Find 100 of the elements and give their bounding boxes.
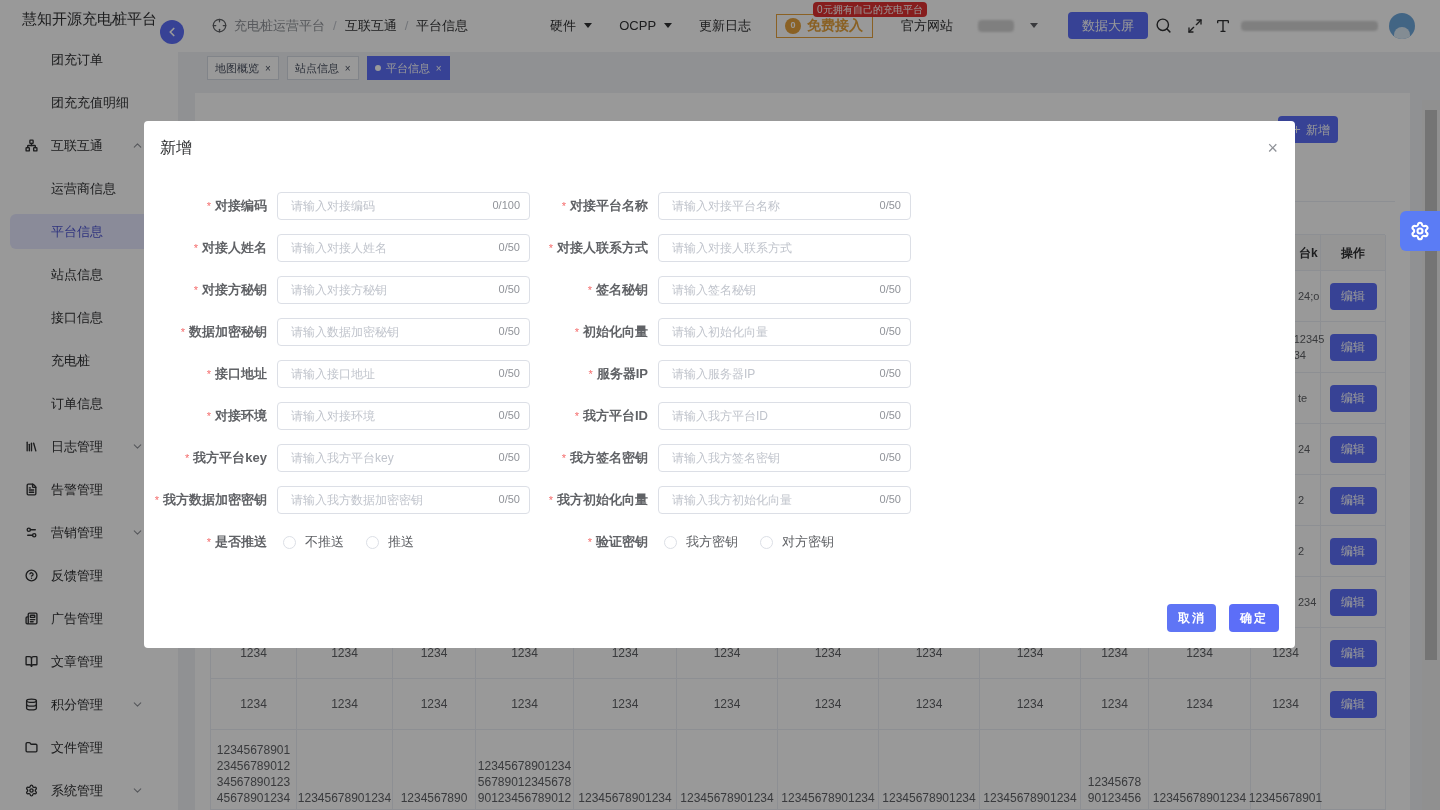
edit-button[interactable]: 编辑	[1329, 537, 1377, 565]
table-cell: 1234	[1101, 645, 1128, 661]
page-tab[interactable]: 站点信息 ×	[286, 56, 359, 81]
breadcrumb-item: 平台信息	[416, 17, 469, 36]
edit-button[interactable]: 编辑	[1329, 282, 1377, 310]
required-mark: *	[548, 494, 553, 507]
edit-button[interactable]: 编辑	[1329, 384, 1377, 412]
table-cell: 1234	[1186, 696, 1213, 712]
char-counter: 0/50	[879, 282, 901, 296]
table-cell: 1234	[713, 696, 741, 712]
sidebar-item[interactable]: 系统管理	[0, 769, 178, 810]
page-tab[interactable]: 平台信息 ×	[366, 56, 450, 81]
breadcrumb-item[interactable]: 互联互通	[344, 16, 397, 36]
table-cell: 1234	[1186, 645, 1213, 661]
sidebar-item[interactable]: 团充充值明细	[10, 85, 178, 120]
radio-option[interactable]: 推送	[366, 532, 414, 552]
table-cell-text: 2	[1298, 544, 1305, 559]
table-cell-text: 12345 34	[1293, 332, 1325, 363]
caret-icon	[1030, 23, 1039, 29]
menu-icon	[25, 526, 38, 539]
radio-option[interactable]: 不推送	[283, 532, 344, 552]
table-cell: 1234	[1272, 696, 1299, 712]
table-cell: 1234567890	[400, 790, 468, 806]
radio-option[interactable]: 我方密钥	[664, 532, 738, 552]
sidebar-item[interactable]: 广告管理	[0, 597, 178, 640]
close-icon[interactable]: ×	[265, 60, 271, 76]
radio-option[interactable]: 对方密钥	[760, 532, 834, 552]
target-icon	[212, 18, 227, 34]
sidebar-item[interactable]: 团充订单	[10, 42, 178, 77]
table-cell-text: te	[1298, 391, 1308, 406]
required-mark: *	[587, 284, 592, 297]
char-counter: 0/50	[498, 450, 520, 464]
table-cell: 1234	[915, 645, 943, 661]
table-cell: 1234	[1016, 696, 1044, 712]
menu-icon	[25, 569, 38, 582]
confirm-button[interactable]: 确定	[1229, 604, 1279, 632]
char-counter: 0/50	[498, 324, 520, 338]
char-counter: 0/50	[498, 408, 520, 422]
char-counter: 0/50	[498, 366, 520, 380]
nav-dropdown[interactable]: OCPP	[619, 16, 673, 36]
sidebar-item[interactable]: 积分管理	[0, 683, 178, 726]
table-cell: 1234	[611, 645, 639, 661]
input-field[interactable]: 请输入对接人联系方式	[658, 234, 911, 262]
data-screen-button[interactable]: 数据大屏	[1068, 12, 1149, 40]
nav-link[interactable]: 官方网站	[901, 16, 954, 36]
sidebar-item[interactable]: 文章管理	[0, 640, 178, 683]
char-counter: 0/50	[879, 198, 901, 212]
search-icon[interactable]	[1155, 17, 1173, 35]
table-cell: 12345678901	[1248, 790, 1323, 806]
nav-dropdown[interactable]: 硬件	[550, 16, 593, 36]
table-cell: 1234	[814, 645, 842, 661]
char-counter: 0/50	[498, 240, 520, 254]
table-cell: 12345678901234	[680, 790, 774, 806]
edit-button[interactable]: 编辑	[1329, 435, 1377, 463]
menu-icon	[25, 440, 38, 453]
settings-icon	[1410, 221, 1430, 241]
settings-button[interactable]	[1400, 211, 1440, 251]
table-cell: 12345678 90123456	[1087, 774, 1142, 806]
edit-button[interactable]: 编辑	[1329, 486, 1377, 514]
char-counter: 0/50	[879, 324, 901, 338]
form-label: * 对接方秘钥	[193, 281, 267, 300]
table-cell: 12345678901234	[882, 790, 976, 806]
menu-icon	[25, 784, 38, 797]
required-mark: *	[185, 452, 190, 465]
table-cell: 12345678901234	[1152, 790, 1247, 806]
char-counter: 0/50	[879, 450, 901, 464]
form-label: * 我方平台ID	[574, 407, 648, 426]
table-cell: 1234	[915, 696, 943, 712]
sidebar-item[interactable]: 反馈管理	[0, 554, 178, 597]
char-counter: 0/50	[879, 492, 901, 506]
cancel-button[interactable]: 取消	[1167, 604, 1216, 632]
edit-button[interactable]: 编辑	[1329, 639, 1377, 667]
form-label: * 我方初始化向量	[548, 491, 648, 510]
required-mark: *	[206, 368, 211, 381]
close-icon[interactable]: ×	[344, 60, 351, 76]
form-label: * 对接编码	[206, 197, 267, 216]
sidebar-item[interactable]: 日志管理	[0, 425, 178, 468]
nav-link[interactable]: 更新日志	[699, 16, 752, 36]
page-tab[interactable]: 地图概览 ×	[207, 56, 279, 81]
required-mark: *	[588, 368, 593, 381]
sidebar-item[interactable]: 文件管理	[0, 726, 178, 769]
form-label: * 签名秘钥	[587, 281, 648, 300]
edit-button[interactable]: 编辑	[1329, 333, 1377, 361]
column-header: 台k	[1299, 244, 1318, 262]
table-cell: 12345678901 23456789012 34567890123 45678901234	[216, 742, 291, 806]
form-label: * 对接人联系方式	[548, 239, 648, 258]
menu-icon	[25, 612, 38, 625]
sidebar-item[interactable]: 营销管理	[0, 511, 178, 554]
edit-button[interactable]: 编辑	[1329, 588, 1377, 616]
table-cell: 12345678901234	[781, 790, 875, 806]
close-button[interactable]: ×	[1267, 139, 1278, 157]
edit-button[interactable]: 编辑	[1329, 690, 1377, 718]
close-icon[interactable]: ×	[435, 60, 442, 76]
promo-badge: 0元拥有自己的充电平台	[813, 1, 927, 17]
form-label: * 我方数据加密密钥	[154, 491, 267, 510]
table-cell-text: 2	[1298, 493, 1305, 508]
form-label: * 我方签名密钥	[561, 449, 648, 468]
font-size-icon[interactable]	[1215, 17, 1232, 34]
fullscreen-icon[interactable]	[1187, 17, 1204, 34]
caret-icon	[664, 23, 673, 29]
